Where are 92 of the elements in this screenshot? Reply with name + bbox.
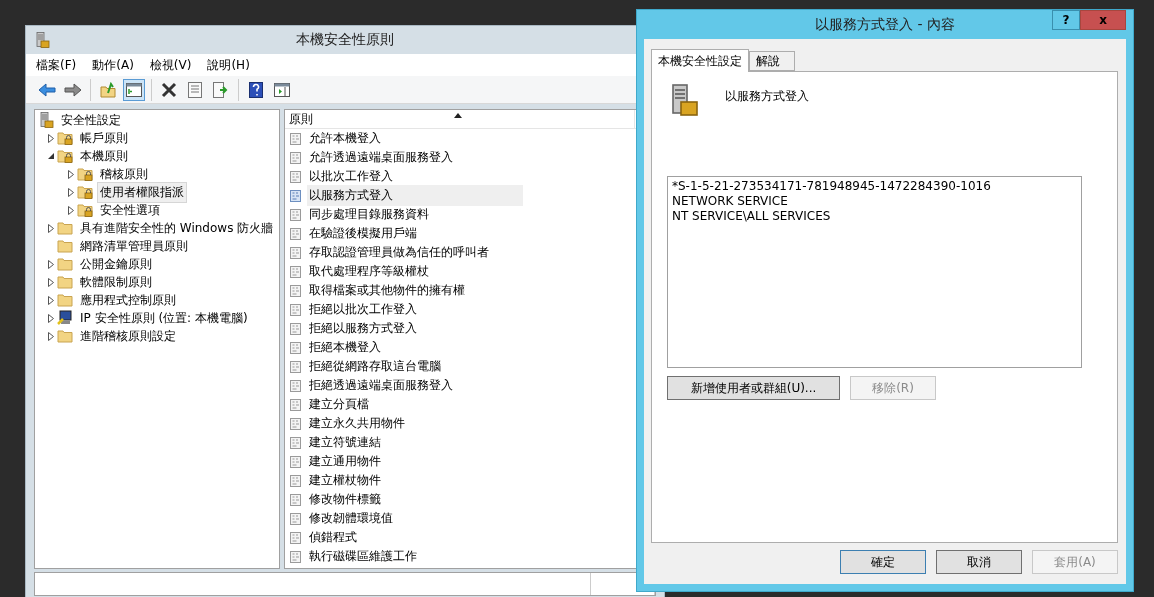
policy-item[interactable]: 修改韌體環境值 — [307, 508, 523, 529]
policy-icon — [289, 416, 303, 431]
dialog-button[interactable]: 取消 — [936, 550, 1022, 574]
policy-item[interactable]: 以服務方式登入 — [307, 185, 523, 206]
collapsed-arrow-icon[interactable] — [48, 259, 54, 269]
help-button[interactable]: ? — [1052, 10, 1080, 30]
locked-folder-icon — [77, 185, 93, 199]
policy-item[interactable]: 偵錯程式 — [307, 527, 487, 548]
menu-item[interactable]: 檢視(V) — [149, 54, 192, 76]
add-user-button[interactable]: 新增使用者或群組(U)... — [667, 376, 840, 400]
policy-item[interactable]: 拒絕本機登入 — [307, 337, 511, 358]
column-header[interactable]: 原則 — [285, 110, 635, 128]
account-list[interactable]: *S-1-5-21-273534171-781948945-1472284390-1016 NETWORK SERVICE NT SERVICE\ALL SERVICES — [667, 176, 1082, 368]
policy-icon — [289, 340, 303, 355]
app-icon — [34, 32, 50, 48]
folder-icon — [57, 275, 73, 289]
account-item[interactable]: NT SERVICE\ALL SERVICES — [672, 209, 1077, 224]
window-title: 本機安全性原則 — [295, 31, 395, 49]
policy-icon — [289, 435, 303, 450]
dialog-button[interactable]: 確定 — [840, 550, 926, 574]
policy-item[interactable]: 建立分頁檔 — [307, 394, 499, 415]
collapsed-arrow-icon[interactable] — [68, 187, 74, 197]
expanded-arrow-icon[interactable] — [47, 152, 55, 160]
policy-icon — [289, 397, 303, 412]
policy-icon — [289, 473, 303, 488]
policy-icon — [289, 207, 303, 222]
computer-key-icon — [57, 310, 73, 326]
policy-icon — [289, 264, 303, 279]
policy-item[interactable]: 同步處理目錄服務資料 — [307, 204, 559, 225]
policy-icon — [289, 378, 303, 393]
policy-item[interactable]: 建立通用物件 — [307, 451, 511, 472]
policy-item[interactable]: 以批次工作登入 — [307, 166, 523, 187]
close-button[interactable]: x — [1080, 10, 1126, 30]
policy-icon — [289, 283, 303, 298]
policy-icon — [289, 321, 303, 336]
collapsed-arrow-icon[interactable] — [68, 169, 74, 179]
locked-folder-icon — [77, 203, 93, 217]
policy-icon — [289, 511, 303, 526]
collapsed-arrow-icon[interactable] — [48, 133, 54, 143]
policy-item[interactable]: 拒絕以批次工作登入 — [307, 299, 547, 320]
policy-icon — [289, 131, 303, 146]
policy-item[interactable]: 取得檔案或其他物件的擁有權 — [307, 280, 595, 301]
collapsed-arrow-icon[interactable] — [68, 205, 74, 215]
locked-folder-icon — [57, 149, 73, 163]
policy-icon — [289, 169, 303, 184]
menu-item[interactable]: 檔案(F) — [36, 54, 77, 76]
collapsed-arrow-icon[interactable] — [48, 313, 54, 323]
policy-item[interactable]: 在驗證後模擬用戶端 — [307, 223, 547, 244]
collapsed-arrow-icon[interactable] — [48, 331, 54, 341]
menu-item[interactable]: 說明(H) — [207, 54, 250, 76]
folder-icon — [57, 239, 73, 253]
policy-icon — [289, 549, 303, 564]
policy-item[interactable]: 建立永久共用物件 — [307, 413, 535, 434]
policy-item[interactable]: 取代處理程序等級權杖 — [307, 261, 559, 282]
policy-item[interactable]: 拒絕從網路存取這台電腦 — [307, 356, 571, 377]
tab[interactable]: 本機安全性設定 — [651, 49, 749, 72]
account-item[interactable]: NETWORK SERVICE — [672, 194, 1077, 209]
policy-icon — [289, 492, 303, 507]
folder-icon — [57, 257, 73, 271]
sort-ascending-icon — [454, 113, 462, 118]
policy-icon — [289, 302, 303, 317]
policy-icon — [289, 245, 303, 260]
collapsed-arrow-icon[interactable] — [48, 223, 54, 233]
policy-item[interactable]: 拒絕以服務方式登入 — [307, 318, 547, 339]
collapsed-arrow-icon[interactable] — [48, 295, 54, 305]
tree-item[interactable]: 使用者權限指派 — [97, 181, 187, 203]
folder-icon — [57, 221, 73, 235]
menu-item[interactable]: 動作(A) — [92, 54, 134, 76]
policy-item[interactable]: 允許本機登入 — [307, 128, 511, 149]
policy-item[interactable]: 允許透過遠端桌面服務登入 — [307, 147, 583, 168]
policy-item[interactable]: 建立符號連結 — [307, 432, 511, 453]
policy-item[interactable]: 執行磁碟區維護工作 — [307, 546, 547, 567]
policy-item[interactable]: 建立權杖物件 — [307, 470, 511, 491]
folder-icon — [57, 293, 73, 307]
dialog-title: 以服務方式登入 - 內容 — [815, 15, 955, 34]
locked-folder-icon — [77, 167, 93, 181]
policy-item[interactable]: 存取認證管理員做為信任的呼叫者 — [307, 242, 619, 263]
policy-icon — [289, 226, 303, 241]
server-lock-icon — [38, 112, 54, 128]
policy-item[interactable]: 拒絕透過遠端桌面服務登入 — [307, 375, 583, 396]
policy-name: 以服務方式登入 — [725, 88, 809, 105]
policy-icon — [289, 454, 303, 469]
policy-icon — [289, 150, 303, 165]
policy-icon — [289, 359, 303, 374]
folder-icon — [57, 329, 73, 343]
policy-icon — [289, 530, 303, 545]
policy-icon — [289, 188, 303, 203]
tab[interactable]: 解說 — [749, 51, 795, 71]
account-item[interactable]: *S-1-5-21-273534171-781948945-1472284390-1016 — [672, 179, 1077, 194]
policy-item[interactable]: 修改物件標籤 — [307, 489, 511, 510]
locked-folder-icon — [57, 131, 73, 145]
collapsed-arrow-icon[interactable] — [48, 277, 54, 287]
